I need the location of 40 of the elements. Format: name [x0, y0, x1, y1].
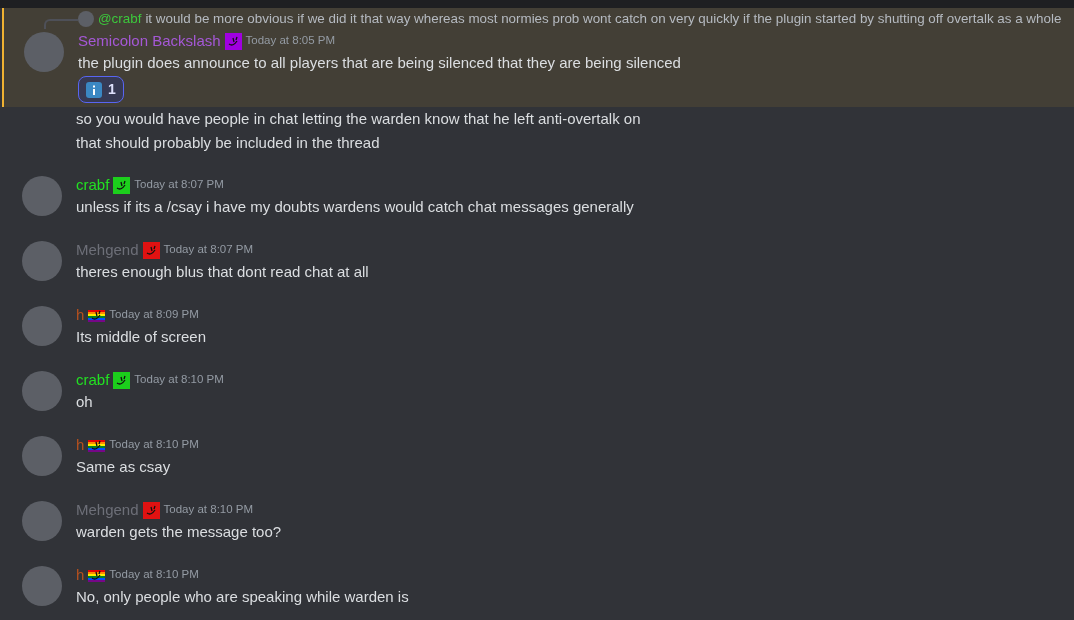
username[interactable]: crabf: [76, 368, 110, 392]
message-text: so you would have people in chat letting the warden know that he left anti-overtalk on: [76, 109, 642, 129]
timestamp: Today at 8:10 PM: [134, 372, 224, 388]
username[interactable]: Mehgend: [76, 238, 139, 262]
info-icon: [86, 81, 102, 98]
avatar-placeholder: [22, 241, 62, 281]
avatar-placeholder: [22, 371, 62, 411]
avatar-placeholder: [78, 11, 94, 27]
avatar-placeholder: [22, 176, 62, 216]
mention-link[interactable]: @crabf: [98, 8, 142, 30]
username[interactable]: crabf: [76, 173, 110, 197]
message-text: theres enough blus that dont read chat at all: [76, 262, 370, 282]
username[interactable]: h: [76, 563, 85, 587]
timestamp: Today at 8:10 PM: [163, 502, 254, 518]
timestamp: Today at 8:05 PM: [245, 33, 336, 49]
message-text: warden gets the message too?: [76, 522, 283, 542]
message-text: oh: [76, 392, 94, 412]
timestamp: Today at 8:07 PM: [163, 242, 254, 258]
message-text: the plugin does announce to all players that are being silenced that they are being silenced: [78, 53, 682, 73]
timestamp: Today at 8:07 PM: [134, 177, 224, 193]
username[interactable]: h: [76, 433, 85, 457]
message-text: Same as csay: [76, 457, 172, 477]
username[interactable]: Semicolon Backslash: [78, 29, 221, 53]
timestamp: Today at 8:10 PM: [109, 437, 199, 453]
reaction-button[interactable]: 1: [78, 76, 124, 103]
reply-preview-text: it would be more obvious if we did it that way whereas most normies prob wont catch on very quickly if the plugin started by shutting off overtalk as a whole: [145, 9, 1062, 28]
username[interactable]: Mehgend: [76, 498, 139, 522]
message-text: unless if its a /csay i have my doubts wardens would catch chat messages generally: [76, 197, 635, 217]
timestamp: Today at 8:09 PM: [109, 307, 199, 323]
avatar-placeholder: [22, 501, 62, 541]
avatar-placeholder: [22, 436, 62, 476]
reply-connector: [44, 19, 78, 29]
message-text: No, only people who are speaking while warden is: [76, 587, 410, 607]
message-text: Its middle of screen: [76, 327, 208, 347]
message-text: that should probably be included in the thread: [76, 133, 381, 153]
avatar-placeholder: [24, 32, 64, 72]
avatar-placeholder: [22, 566, 62, 606]
timestamp: Today at 8:10 PM: [109, 567, 199, 583]
avatar-placeholder: [22, 306, 62, 346]
username[interactable]: h: [76, 303, 85, 327]
